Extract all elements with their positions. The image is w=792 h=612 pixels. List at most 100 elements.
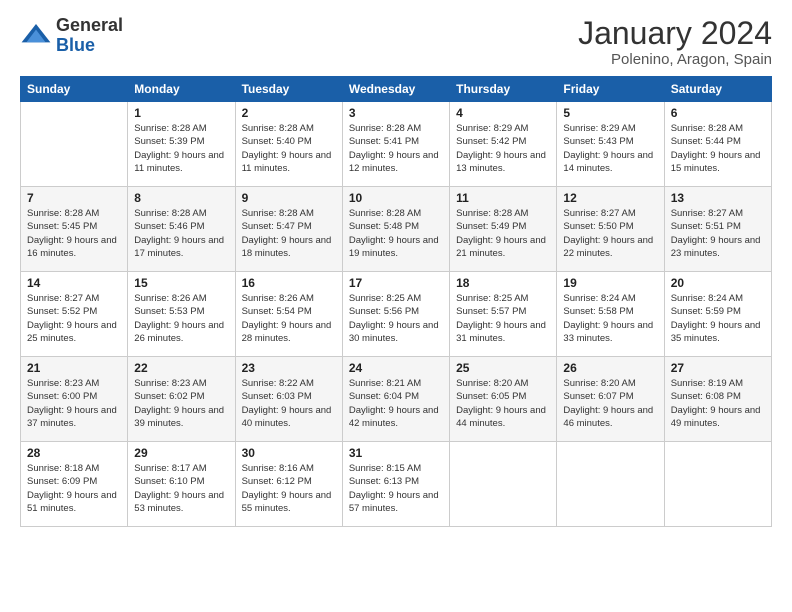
day-number: 23 — [242, 361, 336, 375]
calendar-cell — [450, 442, 557, 527]
day-info: Sunrise: 8:28 AMSunset: 5:44 PMDaylight:… — [671, 122, 765, 175]
calendar-cell: 29Sunrise: 8:17 AMSunset: 6:10 PMDayligh… — [128, 442, 235, 527]
day-number: 30 — [242, 446, 336, 460]
logo-icon — [20, 20, 52, 52]
weekday-header: Wednesday — [342, 77, 449, 102]
day-info: Sunrise: 8:27 AMSunset: 5:51 PMDaylight:… — [671, 207, 765, 260]
day-number: 14 — [27, 276, 121, 290]
calendar-cell: 9 Sunrise: 8:28 AMSunset: 5:47 PMDaylight… — [235, 187, 342, 272]
day-info: Sunrise: 8:25 AMSunset: 5:57 PMDaylight:… — [456, 292, 550, 345]
day-info: Sunrise: 8:24 AMSunset: 5:58 PMDaylight:… — [563, 292, 657, 345]
day-info: Sunrise: 8:22 AMSunset: 6:03 PMDaylight:… — [242, 377, 336, 430]
logo-blue: Blue — [56, 36, 123, 56]
calendar-cell: 12 Sunrise: 8:27 AMSunset: 5:50 PMDayligh… — [557, 187, 664, 272]
day-info: Sunrise: 8:23 AMSunset: 6:02 PMDaylight:… — [134, 377, 228, 430]
day-info: Sunrise: 8:19 AMSunset: 6:08 PMDaylight:… — [671, 377, 765, 430]
day-info: Sunrise: 8:24 AMSunset: 5:59 PMDaylight:… — [671, 292, 765, 345]
day-number: 28 — [27, 446, 121, 460]
calendar-week-row: 1Sunrise: 8:28 AMSunset: 5:39 PMDaylight… — [21, 102, 772, 187]
calendar-cell: 17 Sunrise: 8:25 AMSunset: 5:56 PMDayligh… — [342, 272, 449, 357]
calendar-cell: 2 Sunrise: 8:28 AMSunset: 5:40 PMDaylight… — [235, 102, 342, 187]
day-number: 31 — [349, 446, 443, 460]
day-number: 25 — [456, 361, 550, 375]
day-info: Sunrise: 8:21 AMSunset: 6:04 PMDaylight:… — [349, 377, 443, 430]
day-info: Sunrise: 8:20 AMSunset: 6:05 PMDaylight:… — [456, 377, 550, 430]
day-info: Sunrise: 8:27 AMSunset: 5:52 PMDaylight:… — [27, 292, 121, 345]
day-info: Sunrise: 8:25 AMSunset: 5:56 PMDaylight:… — [349, 292, 443, 345]
day-number: 15 — [134, 276, 228, 290]
logo: General Blue — [20, 16, 123, 56]
day-info: Sunrise: 8:16 AMSunset: 6:12 PMDaylight:… — [242, 462, 336, 515]
header: General Blue January 2024 Polenino, Arag… — [20, 16, 772, 68]
main-title: January 2024 — [578, 16, 772, 51]
calendar-week-row: 28Sunrise: 8:18 AMSunset: 6:09 PMDayligh… — [21, 442, 772, 527]
calendar-cell: 3 Sunrise: 8:28 AMSunset: 5:41 PMDaylight… — [342, 102, 449, 187]
calendar-cell: 30 Sunrise: 8:16 AMSunset: 6:12 PMDayligh… — [235, 442, 342, 527]
logo-text: General Blue — [56, 16, 123, 56]
day-info: Sunrise: 8:15 AMSunset: 6:13 PMDaylight:… — [349, 462, 443, 515]
calendar-cell: 14 Sunrise: 8:27 AMSunset: 5:52 PMDayligh… — [21, 272, 128, 357]
day-number: 12 — [563, 191, 657, 205]
weekday-header: Friday — [557, 77, 664, 102]
calendar-cell: 28Sunrise: 8:18 AMSunset: 6:09 PMDayligh… — [21, 442, 128, 527]
day-info: Sunrise: 8:28 AMSunset: 5:46 PMDaylight:… — [134, 207, 228, 260]
day-info: Sunrise: 8:28 AMSunset: 5:41 PMDaylight:… — [349, 122, 443, 175]
day-number: 26 — [563, 361, 657, 375]
calendar-cell — [21, 102, 128, 187]
calendar-cell: 26Sunrise: 8:20 AMSunset: 6:07 PMDayligh… — [557, 357, 664, 442]
day-number: 1 — [134, 106, 228, 120]
calendar-cell: 25 Sunrise: 8:20 AMSunset: 6:05 PMDayligh… — [450, 357, 557, 442]
calendar-cell: 15 Sunrise: 8:26 AMSunset: 5:53 PMDayligh… — [128, 272, 235, 357]
calendar-cell: 6 Sunrise: 8:28 AMSunset: 5:44 PMDaylight… — [664, 102, 771, 187]
calendar-cell: 5 Sunrise: 8:29 AMSunset: 5:43 PMDaylight… — [557, 102, 664, 187]
calendar-week-row: 7Sunrise: 8:28 AMSunset: 5:45 PMDaylight… — [21, 187, 772, 272]
day-info: Sunrise: 8:28 AMSunset: 5:40 PMDaylight:… — [242, 122, 336, 175]
calendar-cell: 21Sunrise: 8:23 AMSunset: 6:00 PMDayligh… — [21, 357, 128, 442]
calendar-cell: 20 Sunrise: 8:24 AMSunset: 5:59 PMDayligh… — [664, 272, 771, 357]
sub-title: Polenino, Aragon, Spain — [578, 51, 772, 68]
calendar-cell: 8 Sunrise: 8:28 AMSunset: 5:46 PMDaylight… — [128, 187, 235, 272]
calendar-cell — [664, 442, 771, 527]
weekday-header-row: SundayMondayTuesdayWednesdayThursdayFrid… — [21, 77, 772, 102]
day-info: Sunrise: 8:27 AMSunset: 5:50 PMDaylight:… — [563, 207, 657, 260]
day-number: 17 — [349, 276, 443, 290]
day-number: 27 — [671, 361, 765, 375]
calendar-cell — [557, 442, 664, 527]
calendar-cell: 23 Sunrise: 8:22 AMSunset: 6:03 PMDayligh… — [235, 357, 342, 442]
calendar-cell: 1Sunrise: 8:28 AMSunset: 5:39 PMDaylight… — [128, 102, 235, 187]
day-number: 11 — [456, 191, 550, 205]
weekday-header: Monday — [128, 77, 235, 102]
day-info: Sunrise: 8:29 AMSunset: 5:42 PMDaylight:… — [456, 122, 550, 175]
day-info: Sunrise: 8:26 AMSunset: 5:54 PMDaylight:… — [242, 292, 336, 345]
weekday-header: Sunday — [21, 77, 128, 102]
calendar-cell: 4 Sunrise: 8:29 AMSunset: 5:42 PMDaylight… — [450, 102, 557, 187]
day-number: 21 — [27, 361, 121, 375]
calendar-cell: 10Sunrise: 8:28 AMSunset: 5:48 PMDayligh… — [342, 187, 449, 272]
day-number: 20 — [671, 276, 765, 290]
day-info: Sunrise: 8:26 AMSunset: 5:53 PMDaylight:… — [134, 292, 228, 345]
day-number: 3 — [349, 106, 443, 120]
calendar-cell: 27 Sunrise: 8:19 AMSunset: 6:08 PMDayligh… — [664, 357, 771, 442]
day-number: 8 — [134, 191, 228, 205]
day-info: Sunrise: 8:29 AMSunset: 5:43 PMDaylight:… — [563, 122, 657, 175]
calendar-week-row: 14 Sunrise: 8:27 AMSunset: 5:52 PMDayligh… — [21, 272, 772, 357]
calendar-cell: 19 Sunrise: 8:24 AMSunset: 5:58 PMDayligh… — [557, 272, 664, 357]
day-number: 10 — [349, 191, 443, 205]
calendar-cell: 18Sunrise: 8:25 AMSunset: 5:57 PMDayligh… — [450, 272, 557, 357]
day-number: 6 — [671, 106, 765, 120]
day-info: Sunrise: 8:28 AMSunset: 5:47 PMDaylight:… — [242, 207, 336, 260]
weekday-header: Thursday — [450, 77, 557, 102]
day-number: 4 — [456, 106, 550, 120]
day-number: 19 — [563, 276, 657, 290]
weekday-header: Saturday — [664, 77, 771, 102]
day-info: Sunrise: 8:28 AMSunset: 5:45 PMDaylight:… — [27, 207, 121, 260]
day-number: 9 — [242, 191, 336, 205]
calendar-cell: 31 Sunrise: 8:15 AMSunset: 6:13 PMDayligh… — [342, 442, 449, 527]
day-number: 22 — [134, 361, 228, 375]
calendar-week-row: 21Sunrise: 8:23 AMSunset: 6:00 PMDayligh… — [21, 357, 772, 442]
calendar-cell: 7Sunrise: 8:28 AMSunset: 5:45 PMDaylight… — [21, 187, 128, 272]
calendar: SundayMondayTuesdayWednesdayThursdayFrid… — [20, 76, 772, 527]
day-number: 2 — [242, 106, 336, 120]
day-info: Sunrise: 8:17 AMSunset: 6:10 PMDaylight:… — [134, 462, 228, 515]
day-number: 5 — [563, 106, 657, 120]
